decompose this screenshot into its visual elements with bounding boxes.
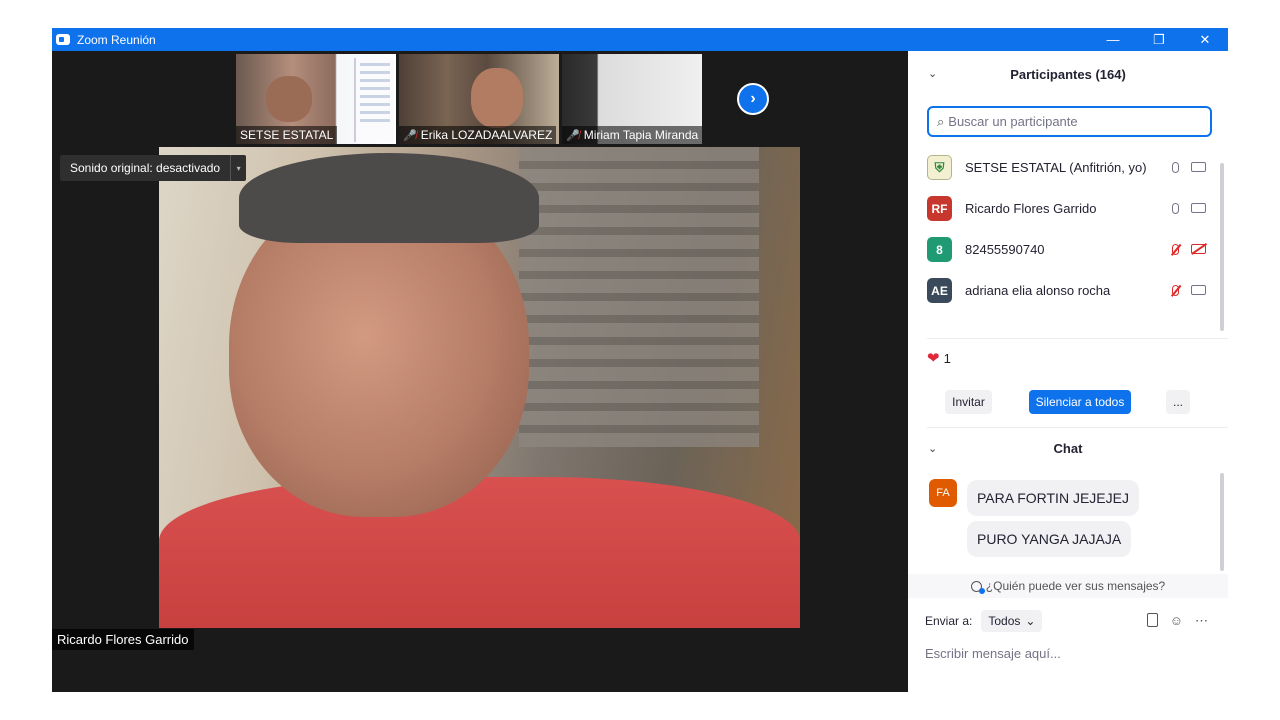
mute-all-button[interactable]: Silenciar a todos bbox=[1029, 390, 1131, 414]
mic-muted-icon: 🎤̸ bbox=[403, 129, 417, 142]
background-stairs bbox=[519, 147, 759, 447]
participants-header: ⌄ Participantes (164) bbox=[908, 51, 1228, 97]
chat-title: Chat bbox=[1053, 440, 1083, 456]
person-icon bbox=[970, 580, 985, 594]
who-can-see-link[interactable]: ¿Quién puede ver sus mensajes? bbox=[908, 574, 1228, 598]
participant-row[interactable]: ⛨ SETSE ESTATAL (Anfitrión, yo) bbox=[908, 147, 1228, 188]
recipient-value: Todos bbox=[988, 614, 1021, 628]
chat-message: PURO YANGA JAJAJA bbox=[967, 521, 1132, 557]
active-speaker-video[interactable] bbox=[159, 147, 800, 628]
participant-search[interactable]: ⌕ bbox=[927, 106, 1212, 137]
video-stage: SETSE ESTATAL 🎤̸ Erika LOZADAALVAREZ 🎤̸ … bbox=[52, 51, 908, 692]
emoji-icon[interactable]: ☺ bbox=[1170, 613, 1183, 629]
divider bbox=[927, 338, 1228, 339]
recipient-select[interactable]: Todos ⌄ bbox=[981, 610, 1043, 632]
thumbnail-name: Erika LOZADAALVAREZ bbox=[420, 128, 553, 142]
microphone-muted-icon[interactable] bbox=[1172, 244, 1179, 255]
participant-face bbox=[266, 76, 312, 122]
shared-screen-preview bbox=[354, 58, 394, 142]
search-icon: ⌕ bbox=[937, 113, 945, 129]
restore-button[interactable]: ❐ bbox=[1136, 28, 1182, 51]
chat-compose-input[interactable] bbox=[925, 640, 1215, 666]
who-can-see-text[interactable]: ¿Quién puede ver sus mensajes? bbox=[986, 579, 1165, 593]
window-title: Zoom Reunión bbox=[77, 32, 156, 47]
participant-row[interactable]: 8 82455590740 bbox=[908, 229, 1228, 270]
camera-icon[interactable] bbox=[1191, 203, 1206, 213]
chat-scrollbar[interactable] bbox=[1220, 473, 1224, 571]
camera-icon[interactable] bbox=[1191, 162, 1206, 172]
participant-avatar: RF bbox=[927, 196, 952, 221]
send-to-label: Enviar a: bbox=[925, 614, 973, 628]
participants-title: Participantes (164) bbox=[1010, 66, 1126, 82]
next-page-button[interactable]: › bbox=[737, 83, 769, 115]
camera-icon[interactable] bbox=[1191, 285, 1206, 295]
participant-list: ⛨ SETSE ESTATAL (Anfitrión, yo) RF Ricar… bbox=[908, 147, 1228, 311]
thumbnail-video[interactable]: 🎤̸ Miriam Tapia Miranda bbox=[562, 54, 702, 144]
send-to-row: Enviar a: Todos ⌄ bbox=[925, 610, 1043, 632]
reaction-count: 1 bbox=[943, 350, 951, 366]
active-speaker-name: Ricardo Flores Garrido bbox=[52, 629, 194, 650]
thumbnail-caption: SETSE ESTATAL bbox=[236, 126, 338, 144]
speaker-hair bbox=[239, 153, 539, 243]
original-sound-label[interactable]: Sonido original: desactivado bbox=[60, 155, 230, 181]
file-icon[interactable] bbox=[1146, 613, 1158, 627]
collapse-chevron-icon[interactable]: ⌄ bbox=[928, 442, 937, 455]
thumbnail-strip: SETSE ESTATAL 🎤̸ Erika LOZADAALVAREZ 🎤̸ … bbox=[236, 54, 702, 144]
microphone-icon[interactable] bbox=[1172, 162, 1179, 173]
reactions-summary: ❤ 1 bbox=[927, 349, 951, 367]
thumbnail-video[interactable]: SETSE ESTATAL bbox=[236, 54, 396, 144]
microphone-icon[interactable] bbox=[1172, 203, 1179, 214]
chat-header: ⌄ Chat bbox=[908, 433, 1228, 463]
heart-icon: ❤ bbox=[927, 350, 940, 367]
host-logo-avatar: ⛨ bbox=[927, 155, 952, 180]
more-icon[interactable]: ⋯ bbox=[1195, 613, 1208, 629]
zoom-app-icon bbox=[56, 34, 70, 45]
speaker-shirt bbox=[159, 477, 800, 628]
participant-scrollbar[interactable] bbox=[1220, 163, 1224, 331]
thumbnail-name: SETSE ESTATAL bbox=[240, 128, 334, 142]
chevron-down-icon[interactable]: ▾ bbox=[230, 155, 246, 181]
thumbnail-caption: 🎤̸ Erika LOZADAALVAREZ bbox=[399, 126, 557, 144]
original-sound-toggle[interactable]: Sonido original: desactivado ▾ bbox=[60, 155, 247, 181]
thumbnail-video[interactable]: 🎤̸ Erika LOZADAALVAREZ bbox=[399, 54, 559, 144]
divider bbox=[927, 427, 1228, 428]
participant-actions: Invitar Silenciar a todos ... bbox=[945, 390, 1190, 414]
side-panel: ⌄ Participantes (164) ⌕ ⛨ SETSE ESTATAL … bbox=[908, 51, 1228, 692]
title-bar: Zoom Reunión — ❐ ✕ bbox=[52, 28, 1228, 51]
participant-row[interactable]: AE adriana elia alonso rocha bbox=[908, 270, 1228, 311]
chevron-down-icon: ⌄ bbox=[1025, 614, 1036, 628]
mic-muted-icon: 🎤̸ bbox=[566, 129, 580, 142]
minimize-button[interactable]: — bbox=[1090, 28, 1136, 51]
participant-avatar: 8 bbox=[927, 237, 952, 262]
microphone-muted-icon[interactable] bbox=[1172, 285, 1179, 296]
thumbnail-name: Miriam Tapia Miranda bbox=[583, 128, 699, 142]
invite-button[interactable]: Invitar bbox=[945, 390, 992, 414]
camera-off-icon[interactable] bbox=[1191, 244, 1206, 254]
search-input[interactable] bbox=[948, 114, 1189, 129]
collapse-chevron-icon[interactable]: ⌄ bbox=[928, 67, 937, 80]
chat-tools: ☺ ⋯ bbox=[1146, 613, 1208, 629]
sender-avatar: FA bbox=[929, 479, 957, 507]
thumbnail-caption: 🎤̸ Miriam Tapia Miranda bbox=[562, 126, 702, 144]
close-button[interactable]: ✕ bbox=[1182, 28, 1228, 51]
chat-message: PARA FORTIN JEJEJEJ bbox=[967, 480, 1139, 516]
participant-avatar: AE bbox=[927, 278, 952, 303]
more-options-button[interactable]: ... bbox=[1166, 390, 1190, 414]
participant-row[interactable]: RF Ricardo Flores Garrido bbox=[908, 188, 1228, 229]
zoom-window: Zoom Reunión — ❐ ✕ SETSE ESTATAL 🎤̸ Erik… bbox=[52, 28, 1228, 692]
participant-face bbox=[471, 68, 523, 128]
